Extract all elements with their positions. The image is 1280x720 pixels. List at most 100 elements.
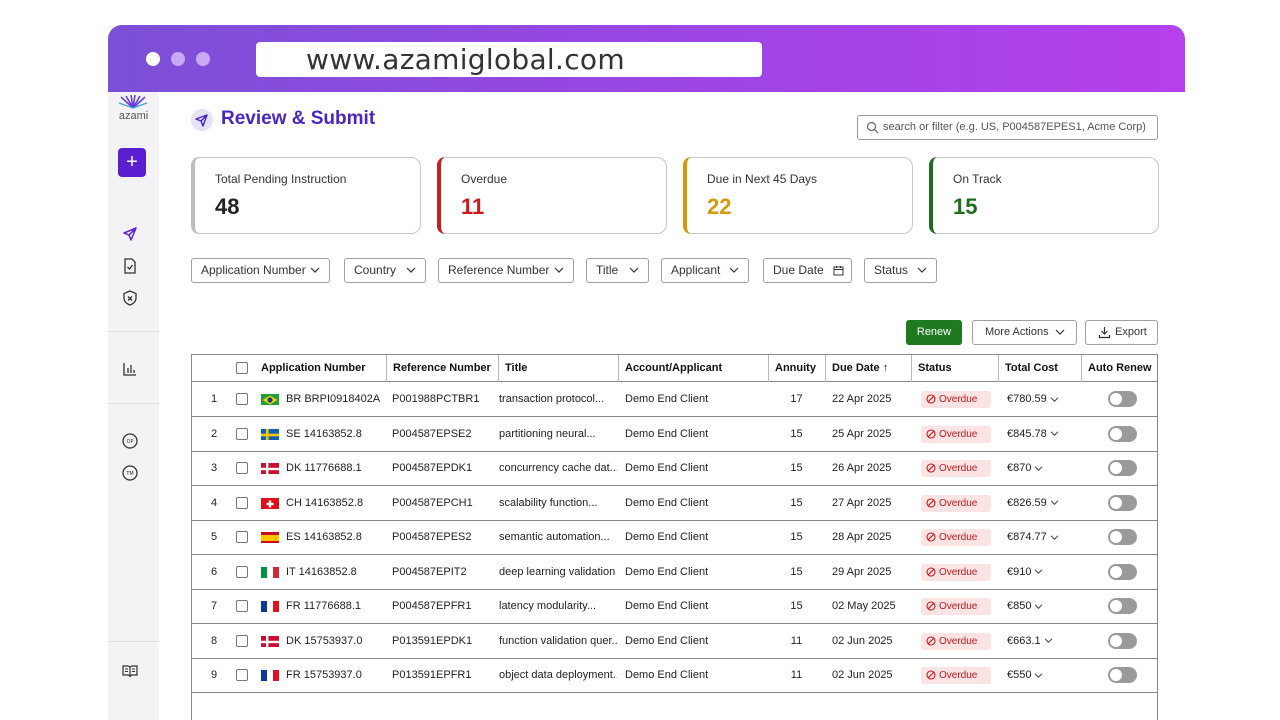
- window-minimize-dot[interactable]: [171, 52, 185, 66]
- add-new-button[interactable]: +: [118, 148, 146, 177]
- status-text: Overdue: [939, 428, 978, 440]
- column-header[interactable]: Status: [911, 355, 998, 382]
- auto-renew-toggle[interactable]: [1108, 391, 1137, 407]
- total-cost-value: €845.78: [1007, 427, 1047, 440]
- browser-window: www.azamiglobal.com azami + OP TM Review…: [108, 25, 1185, 720]
- application-number[interactable]: IT 14163852.8: [286, 555, 386, 589]
- column-header[interactable]: Reference Number: [386, 355, 498, 382]
- table-row[interactable]: 2 SE 14163852.8 P004587EPSE2 partitioning n…: [192, 417, 1157, 452]
- renew-button[interactable]: Renew: [906, 320, 962, 345]
- chevron-down-icon[interactable]: [1044, 637, 1053, 644]
- row-checkbox[interactable]: [236, 393, 248, 405]
- filter-dropdown[interactable]: Applicant: [661, 258, 749, 283]
- due-date: 22 Apr 2025: [832, 393, 892, 405]
- export-button[interactable]: Export: [1085, 320, 1158, 345]
- column-header[interactable]: Auto Renew: [1081, 355, 1157, 382]
- application-number[interactable]: FR 15753937.0: [286, 658, 386, 692]
- table-row[interactable]: 8 DK 15753937.0 P013591EPDK1 function valid…: [192, 624, 1157, 659]
- row-number: 8: [210, 634, 218, 647]
- auto-renew-toggle[interactable]: [1108, 598, 1137, 614]
- application-number[interactable]: ES 14163852.8: [286, 520, 386, 554]
- table-row[interactable]: 1 BR BRPI0918402A P001988PCTBR1 transaction…: [192, 382, 1157, 417]
- column-header[interactable]: Due Date ↑: [825, 355, 911, 382]
- table-row[interactable]: 5 ES 14163852.8 P004587EPES2 semantic autom…: [192, 520, 1157, 555]
- row-checkbox[interactable]: [236, 531, 248, 543]
- status-text: Overdue: [939, 497, 978, 509]
- application-number[interactable]: CH 14163852.8: [286, 486, 386, 520]
- auto-renew-toggle[interactable]: [1108, 460, 1137, 476]
- filter-dropdown[interactable]: Country: [344, 258, 426, 283]
- chevron-down-icon[interactable]: [1034, 603, 1043, 610]
- prohibited-icon: [926, 532, 936, 542]
- search-input[interactable]: search or filter (e.g. US, P004587EPES1,…: [857, 115, 1158, 140]
- column-header[interactable]: Total Cost: [998, 355, 1081, 382]
- auto-renew-toggle[interactable]: [1108, 632, 1137, 649]
- application-number[interactable]: BR BRPI0918402A: [286, 382, 386, 416]
- chevron-down-icon[interactable]: [1050, 534, 1059, 541]
- prohibited-icon: [926, 670, 936, 680]
- chevron-down-icon[interactable]: [1034, 568, 1043, 575]
- account-applicant: Demo End Client: [625, 496, 709, 509]
- column-header[interactable]: Title: [498, 355, 618, 382]
- table-row[interactable]: 9 FR 15753937.0 P013591EPFR1 object data de…: [192, 658, 1157, 693]
- row-checkbox[interactable]: [236, 600, 248, 612]
- filter-dropdown[interactable]: Application Number: [191, 258, 330, 283]
- application-number[interactable]: DK 11776688.1: [286, 451, 386, 485]
- row-checkbox[interactable]: [236, 427, 248, 440]
- document-check-icon[interactable]: [121, 257, 139, 275]
- filter-dropdown[interactable]: Title: [586, 258, 649, 283]
- filter-dropdown[interactable]: Status: [864, 258, 937, 283]
- op-icon[interactable]: OP: [121, 432, 139, 450]
- table-row[interactable]: 6 IT 14163852.8 P004587EPIT2 deep learning …: [192, 555, 1157, 590]
- auto-renew-toggle[interactable]: [1108, 425, 1137, 442]
- application-number[interactable]: SE 14163852.8: [286, 417, 386, 451]
- application-number[interactable]: DK 15753937.0: [286, 624, 386, 658]
- summary-card[interactable]: Overdue 11: [437, 157, 667, 234]
- total-cost-value: €910: [1007, 565, 1032, 578]
- filter-dropdown[interactable]: Due Date: [763, 258, 852, 283]
- auto-renew-toggle[interactable]: [1108, 667, 1137, 683]
- select-all-checkbox[interactable]: [236, 362, 248, 374]
- title-cell: partitioning neural...: [499, 427, 596, 440]
- summary-card[interactable]: Total Pending Instruction 48: [191, 157, 421, 234]
- window-close-dot[interactable]: [146, 52, 160, 66]
- table-row[interactable]: 3 DK 11776688.1 P004587EPDK1 concurrency ca…: [192, 451, 1157, 486]
- auto-renew-toggle[interactable]: [1108, 529, 1137, 545]
- more-actions-button[interactable]: More Actions: [972, 320, 1077, 345]
- chevron-down-icon[interactable]: [1034, 672, 1043, 679]
- title-cell: latency modularity...: [499, 600, 597, 612]
- row-checkbox[interactable]: [236, 462, 248, 474]
- chevron-down-icon[interactable]: [1050, 430, 1059, 437]
- row-checkbox[interactable]: [236, 669, 248, 681]
- row-checkbox[interactable]: [236, 634, 248, 647]
- chevron-down-icon[interactable]: [1050, 396, 1059, 403]
- card-accent: [683, 157, 691, 234]
- auto-renew-toggle[interactable]: [1108, 494, 1137, 511]
- chevron-down-icon: [310, 267, 320, 273]
- total-cost-value: €780.59: [1007, 393, 1047, 405]
- row-checkbox[interactable]: [236, 565, 248, 578]
- bar-chart-icon[interactable]: [121, 360, 139, 378]
- auto-renew-toggle[interactable]: [1108, 563, 1137, 580]
- send-icon[interactable]: [121, 225, 139, 243]
- chevron-down-icon[interactable]: [1050, 499, 1059, 506]
- trademark-icon[interactable]: TM: [121, 464, 139, 482]
- chevron-down-icon[interactable]: [1034, 465, 1043, 472]
- table-row[interactable]: 7 FR 11776688.1 P004587EPFR1 latency modula…: [192, 589, 1157, 624]
- shield-icon[interactable]: [121, 289, 139, 307]
- address-bar[interactable]: www.azamiglobal.com: [256, 42, 762, 77]
- summary-card[interactable]: On Track 15: [929, 157, 1159, 234]
- summary-card-value: 15: [953, 194, 978, 219]
- column-header[interactable]: Application Number: [255, 355, 386, 382]
- chevron-down-icon: [729, 267, 739, 273]
- column-header[interactable]: Annuity: [768, 355, 825, 382]
- table-row[interactable]: 4 CH 14163852.8 P004587EPCH1 scalability fu…: [192, 486, 1157, 521]
- status-badge: Overdue: [921, 494, 991, 512]
- summary-card[interactable]: Due in Next 45 Days 22: [683, 157, 913, 234]
- column-header[interactable]: Account/Applicant: [618, 355, 768, 382]
- filter-dropdown[interactable]: Reference Number: [438, 258, 574, 283]
- window-maximize-dot[interactable]: [196, 52, 210, 66]
- row-checkbox[interactable]: [236, 496, 248, 509]
- book-icon[interactable]: [121, 662, 139, 680]
- application-number[interactable]: FR 11776688.1: [286, 589, 386, 623]
